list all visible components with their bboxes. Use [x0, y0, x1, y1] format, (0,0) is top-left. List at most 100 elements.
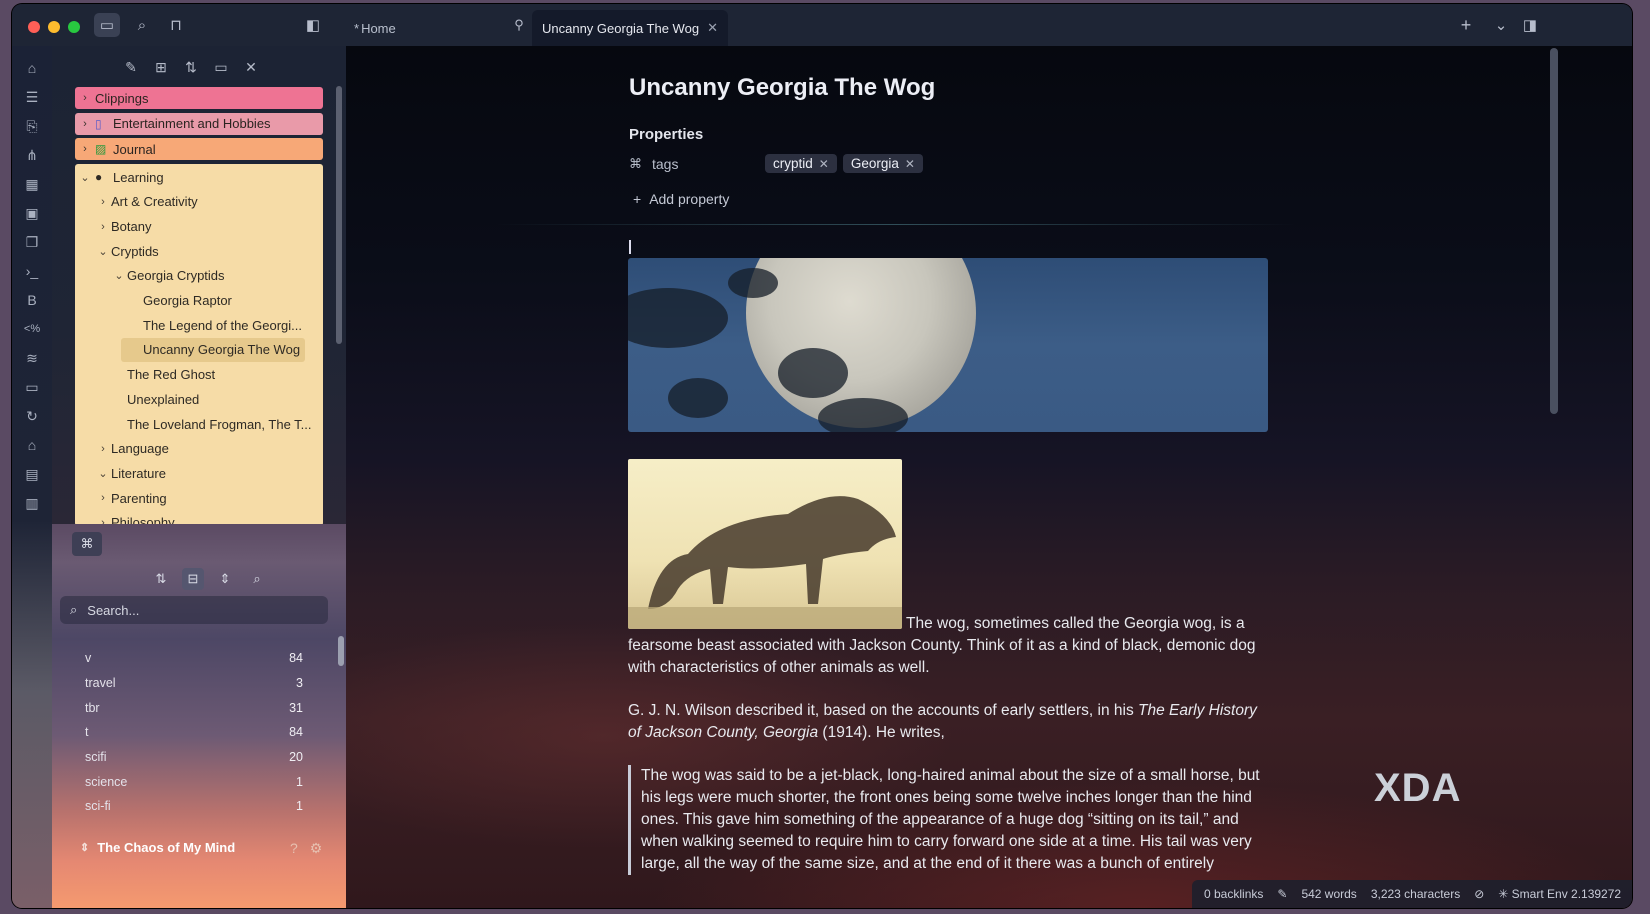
chevron-right-icon: › [83, 92, 87, 104]
tab-list-icon[interactable]: ⌄ [1488, 13, 1514, 37]
tag-search-input[interactable] [87, 602, 288, 618]
expand-collapse-icon[interactable]: ⇕ [214, 568, 236, 590]
tree-item-unexplained[interactable]: Unexplained [75, 387, 323, 412]
chat-icon[interactable]: ▭ [22, 377, 42, 397]
tag-list: v 84 travel 3 tbr 31 t 84 scifi 20 science 1 s… [85, 646, 303, 819]
terminal-icon[interactable]: ›_ [22, 261, 42, 281]
tree-item-language[interactable]: › Language [75, 436, 323, 461]
folder-label: Clippings [95, 90, 149, 106]
tree-item-cryptids[interactable]: ⌄ Cryptids [75, 239, 323, 264]
close-all-icon[interactable]: ✕ [242, 58, 260, 76]
paragraph-2-end: (1914). He writes, [818, 724, 945, 741]
tree-item-loveland[interactable]: The Loveland Frogman, The T... [75, 412, 323, 437]
folder-journal[interactable]: › ▨ Journal [75, 138, 323, 161]
graph-icon[interactable]: ⋔ [22, 145, 42, 165]
file-swap-icon[interactable]: ⎘ [22, 116, 42, 136]
tree-item-legend[interactable]: The Legend of the Georgi... [75, 313, 323, 338]
gamepad-icon[interactable]: ⌂ [22, 58, 42, 78]
tab-home[interactable]: * Home [344, 10, 406, 46]
tree-item-parenting[interactable]: › Parenting [75, 486, 323, 511]
file-explorer-scrollbar[interactable] [336, 86, 342, 344]
tree-item-art[interactable]: › Art & Creativity [75, 189, 323, 214]
sort-icon[interactable]: ⇅ [182, 58, 200, 76]
text-cursor [629, 240, 631, 254]
tag-chip[interactable]: cryptid ✕ [765, 154, 837, 173]
bookmark-icon[interactable]: ⊓ [163, 13, 189, 37]
vault-switcher[interactable]: ⇕ The Chaos of My Mind [80, 840, 235, 855]
editor-scrollbar[interactable] [1550, 48, 1558, 414]
search-icon[interactable]: ⌕ [129, 13, 155, 37]
tree-item-red-ghost[interactable]: The Red Ghost [75, 362, 323, 387]
tab-active-note[interactable]: Uncanny Georgia The Wog ✕ [532, 10, 728, 46]
edit-icon[interactable]: ✎ [1277, 887, 1287, 901]
tree-item-georgia-raptor[interactable]: Georgia Raptor [75, 288, 323, 313]
chevron-up-down-icon: ⇕ [80, 842, 90, 854]
nested-tags-icon[interactable]: ⊟ [182, 568, 204, 590]
grid-icon[interactable]: ▦ [22, 174, 42, 194]
database-icon[interactable]: ≋ [22, 348, 42, 368]
help-icon[interactable]: ? [290, 840, 298, 857]
tag-row[interactable]: v 84 [85, 646, 303, 671]
folder-clippings[interactable]: › Clippings [75, 87, 323, 109]
home-icon[interactable]: ⌂ [22, 435, 42, 455]
tree-item-literature[interactable]: ⌄ Literature [75, 461, 323, 486]
tree-item-georgia-cryptids[interactable]: ⌄ Georgia Cryptids [75, 264, 323, 289]
new-tab-icon[interactable]: + [1453, 13, 1479, 37]
folder-entertainment[interactable]: › ▯ Entertainment and Hobbies [75, 112, 323, 135]
sort-icon[interactable]: ⇅ [150, 568, 172, 590]
folder-learning: ⌄ ● Learning › Art & Creativity › Botany… [75, 163, 323, 526]
tag-row[interactable]: sci-fi 1 [85, 794, 303, 819]
close-tab-icon[interactable]: ✕ [707, 20, 718, 36]
tag-list-scrollbar[interactable] [338, 636, 344, 666]
tree-item-active-note[interactable]: Uncanny Georgia The Wog [121, 337, 305, 363]
properties-heading[interactable]: Properties [629, 126, 703, 143]
book-icon: ▯ [95, 116, 102, 131]
remove-tag-icon[interactable]: ✕ [819, 157, 829, 171]
tag-row[interactable]: scifi 20 [85, 745, 303, 770]
tag-row[interactable]: tbr 31 [85, 695, 303, 720]
tag-count: 84 [289, 651, 303, 666]
files-icon[interactable]: ▭ [94, 13, 120, 37]
tag-row[interactable]: travel 3 [85, 671, 303, 696]
folder-learning-header[interactable]: ⌄ ● Learning [75, 165, 323, 190]
tag-row[interactable]: t 84 [85, 720, 303, 745]
layout-icon[interactable]: ▥ [22, 493, 42, 513]
zoom-window-button[interactable] [68, 21, 80, 33]
tree-item-label: The Red Ghost [127, 367, 216, 383]
tree-item-botany[interactable]: › Botany [75, 214, 323, 239]
backlinks-count[interactable]: 0 backlinks [1204, 887, 1263, 901]
xda-watermark: XDA [1374, 766, 1462, 810]
smart-env-icon: ✳ [1498, 887, 1509, 901]
folder-label: Entertainment and Hobbies [113, 116, 271, 132]
close-window-button[interactable] [28, 21, 40, 33]
new-folder-icon[interactable]: ⊞ [152, 58, 170, 76]
right-sidebar-icon[interactable]: ◨ [1517, 13, 1543, 37]
tag-chip[interactable]: Georgia ✕ [842, 154, 923, 173]
tag-name: sci-fi [85, 799, 111, 814]
collapse-icon[interactable]: ▭ [212, 58, 230, 76]
sync-off-icon[interactable]: ⊘ [1474, 887, 1484, 901]
tag-chip-label: Georgia [850, 156, 899, 171]
sync-icon[interactable]: ↻ [22, 406, 42, 426]
tags-icon[interactable]: ⌘ [72, 532, 102, 556]
clipboard-icon[interactable]: ▤ [22, 464, 42, 484]
copy-icon[interactable]: ❐ [22, 232, 42, 252]
smart-env-status[interactable]: ✳ Smart Env 2.139272 [1498, 887, 1621, 901]
add-property-button[interactable]: + Add property [633, 191, 729, 207]
settings-gear-icon[interactable]: ⚙ [310, 840, 323, 857]
toggle-sidebar-icon[interactable]: ◧ [300, 13, 326, 37]
template-icon[interactable]: <% [22, 319, 42, 339]
minimize-window-button[interactable] [48, 21, 60, 33]
tree-item-label: The Loveland Frogman, The T... [127, 416, 312, 432]
new-note-icon[interactable]: ✎ [122, 58, 140, 76]
bold-icon[interactable]: B [22, 290, 42, 310]
calendar-icon[interactable]: ▣ [22, 203, 42, 223]
chevron-right-icon: › [83, 143, 87, 156]
tag-row[interactable]: science 1 [85, 769, 303, 794]
remove-tag-icon[interactable]: ✕ [905, 157, 915, 171]
list-icon[interactable]: ☰ [22, 87, 42, 107]
pin-icon[interactable]: ⚲ [506, 13, 532, 37]
note-title[interactable]: Uncanny Georgia The Wog [629, 74, 935, 102]
search-icon[interactable]: ⌕ [246, 568, 268, 590]
property-key[interactable]: ⌘ tags [629, 156, 765, 172]
